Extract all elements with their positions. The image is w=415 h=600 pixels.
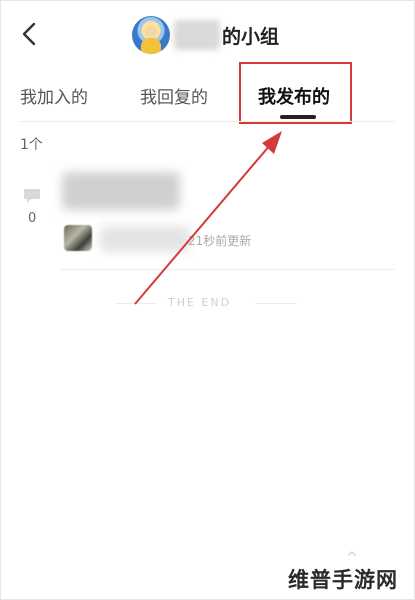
watermark-text: 维普手游网: [288, 568, 398, 592]
blurred-group-title[interactable]: [62, 172, 180, 210]
blurred-author-name: [100, 226, 190, 252]
tabs-divider: [18, 121, 395, 122]
back-arrow-icon[interactable]: [16, 20, 44, 48]
author-avatar[interactable]: [64, 225, 92, 251]
end-marker-text: THE END: [168, 296, 232, 309]
group-avatar[interactable]: [132, 16, 170, 54]
page-title: 的小组: [222, 26, 280, 48]
blurred-username: [174, 20, 220, 50]
comment-count: 0: [28, 211, 37, 226]
group-count: 1个: [20, 137, 43, 153]
updated-time: 21秒前更新: [188, 234, 252, 248]
tab-replied[interactable]: 我回复的: [140, 83, 208, 108]
tab-joined[interactable]: 我加入的: [20, 83, 88, 108]
end-line-right: [255, 303, 297, 304]
comment-icon: [22, 187, 42, 205]
end-line-left: [115, 303, 157, 304]
annotation-highlight-box: [239, 62, 352, 124]
item-divider: [60, 269, 395, 270]
